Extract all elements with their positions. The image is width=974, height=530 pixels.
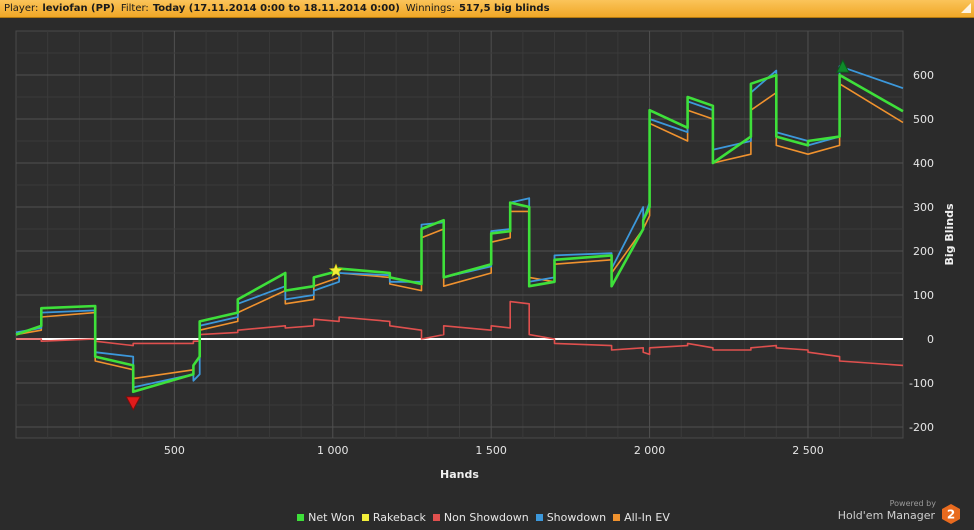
x-tick-label: 1 500	[475, 444, 507, 457]
y-tick-label: 500	[913, 113, 934, 126]
powered-by-label: Powered by	[889, 499, 936, 508]
legend-swatch-non-showdown	[432, 513, 440, 521]
legend-item-showdown[interactable]: Showdown	[535, 510, 607, 524]
legend-label-non-showdown: Non Showdown	[443, 510, 529, 524]
filter-bar: Player: leviofan (PP) Filter: Today (17.…	[0, 0, 974, 18]
y-tick-label: 100	[913, 289, 934, 302]
legend-item-net-won[interactable]: Net Won	[297, 511, 355, 524]
x-axis-title: Hands	[440, 468, 479, 481]
y-tick-label: 0	[927, 333, 934, 346]
y-tick-label: 300	[913, 201, 934, 214]
legend-label-net-won: Net Won	[308, 510, 355, 524]
y-tick-label: -200	[909, 421, 934, 434]
legend-swatch-showdown	[535, 513, 543, 521]
filter-value: Today (17.11.2014 0:00 to 18.11.2014 0:0…	[152, 3, 400, 14]
player-label: Player:	[4, 3, 39, 14]
product-name: Hold'em Manager	[837, 509, 935, 522]
legend-swatch-net-won	[297, 513, 305, 521]
logo-badge-text: 2	[947, 508, 955, 522]
y-tick-label: -100	[909, 377, 934, 390]
y-tick-label: 200	[913, 245, 934, 258]
winnings-chart: 500 1 000 1 500 2 000 2 500 -200 -100 0 100 200 30…	[15, 30, 956, 481]
legend-label-rakeback: Rakeback	[372, 510, 426, 524]
y-tick-label: 400	[913, 157, 934, 170]
legend-swatch-all-in-ev	[613, 513, 621, 521]
x-tick-label: 1 000	[317, 444, 349, 457]
legend-item-rakeback[interactable]: Rakeback	[361, 510, 426, 524]
legend-item-all-in-ev[interactable]: All-In EV	[613, 511, 670, 524]
expand-icon[interactable]	[961, 3, 971, 13]
legend-label-all-in-ev: All-In EV	[624, 510, 670, 524]
y-axis-title: Big Blinds	[943, 203, 956, 265]
legend-item-non-showdown[interactable]: Non Showdown	[432, 510, 529, 524]
x-tick-label: 500	[164, 444, 185, 457]
legend-label-showdown: Showdown	[546, 510, 607, 524]
player-value: leviofan (PP)	[42, 3, 115, 14]
winnings-value: 517,5 big blinds	[458, 3, 550, 14]
x-tick-label: 2 500	[792, 444, 824, 457]
x-tick-label: 2 000	[634, 444, 666, 457]
y-tick-label: 600	[913, 69, 934, 82]
winnings-label: Winnings:	[405, 3, 455, 14]
legend-swatch-rakeback	[361, 513, 369, 521]
filter-label: Filter:	[120, 3, 149, 14]
hem2-logo: 2	[942, 504, 960, 524]
chart-legend: Net Won Rakeback Non Showdown Showdown A…	[0, 509, 974, 525]
